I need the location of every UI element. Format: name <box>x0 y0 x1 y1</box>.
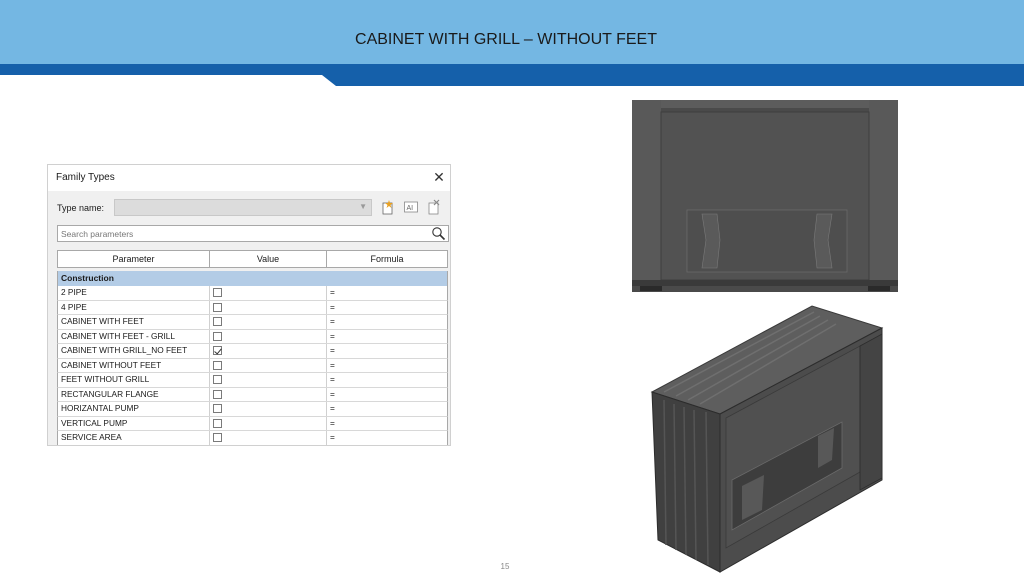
value-checkbox[interactable] <box>213 317 222 326</box>
parameter-name: CABINET WITHOUT FEET <box>58 358 210 372</box>
value-cell <box>210 358 327 372</box>
table-row[interactable]: CABINET WITH FEET - GRILL = <box>57 329 448 344</box>
dialog-titlebar: Family Types ✕ <box>48 165 450 191</box>
table-row[interactable]: CABINET WITH FEET = <box>57 315 448 330</box>
search-box <box>57 225 449 242</box>
type-name-select[interactable]: ▼ <box>114 199 372 216</box>
formula-cell[interactable]: = <box>327 373 447 387</box>
table-row[interactable]: FEET WITHOUT GRILL = <box>57 373 448 388</box>
table-row[interactable]: 4 PIPE = <box>57 300 448 315</box>
parameter-name: SERVICE AREA <box>58 431 210 445</box>
value-cell <box>210 329 327 343</box>
table-row[interactable]: CABINET WITHOUT FEET = <box>57 358 448 373</box>
value-checkbox[interactable] <box>213 433 222 442</box>
value-checkbox[interactable] <box>213 288 222 297</box>
group-header-construction[interactable]: Construction <box>57 271 448 286</box>
table-row[interactable]: SERVICE AREA = <box>57 431 448 445</box>
table-row[interactable]: HORIZANTAL PUMP = <box>57 402 448 417</box>
table-row[interactable]: VERTICAL PUMP = <box>57 416 448 431</box>
formula-cell[interactable]: = <box>327 330 447 344</box>
column-header-value[interactable]: Value <box>210 251 327 267</box>
formula-cell[interactable]: = <box>327 359 447 373</box>
parameter-name: VERTICAL PUMP <box>58 416 210 430</box>
parameter-name: 2 PIPE <box>58 286 210 300</box>
search-icon[interactable] <box>431 226 446 241</box>
family-types-dialog: Family Types ✕ Type name: ▼ AI Parameter… <box>47 164 451 446</box>
column-header-parameter[interactable]: Parameter <box>58 251 210 267</box>
formula-cell[interactable]: = <box>327 402 447 416</box>
table-row[interactable]: RECTANGULAR FLANGE = <box>57 387 448 402</box>
formula-cell[interactable]: = <box>327 301 447 315</box>
table-row[interactable]: 2 PIPE = <box>57 286 448 301</box>
formula-cell[interactable]: = <box>327 431 447 445</box>
value-cell <box>210 286 327 300</box>
value-cell <box>210 416 327 430</box>
delete-type-icon[interactable] <box>426 199 442 215</box>
formula-cell[interactable]: = <box>327 417 447 431</box>
value-cell <box>210 315 327 329</box>
type-name-label: Type name: <box>57 203 105 213</box>
value-checkbox[interactable] <box>213 346 222 355</box>
search-input[interactable] <box>58 226 418 241</box>
dialog-title: Family Types <box>56 172 115 183</box>
table-body: 2 PIPE = 4 PIPE = CABINET WITH FEET = CABINET … <box>57 286 448 445</box>
formula-cell[interactable]: = <box>327 286 447 300</box>
table-row[interactable]: CABINET WITH GRILL_NO FEET = <box>57 344 448 359</box>
new-type-icon[interactable] <box>380 199 396 215</box>
value-cell <box>210 373 327 387</box>
value-checkbox[interactable] <box>213 331 222 341</box>
parameter-name: FEET WITHOUT GRILL <box>58 373 210 387</box>
value-cell <box>210 387 327 401</box>
value-checkbox[interactable] <box>213 302 222 312</box>
chevron-down-icon: ▼ <box>359 202 367 211</box>
page-number: 15 <box>500 562 510 571</box>
value-cell <box>210 402 327 416</box>
table-header: Parameter Value Formula <box>57 250 448 268</box>
slide-header: CABINET WITH GRILL – WITHOUT FEET <box>0 0 1024 86</box>
parameter-name: HORIZANTAL PUMP <box>58 402 210 416</box>
svg-text:AI: AI <box>407 205 414 212</box>
parameter-name: RECTANGULAR FLANGE <box>58 387 210 401</box>
formula-cell[interactable]: = <box>327 344 447 358</box>
rename-type-icon[interactable]: AI <box>403 199 419 215</box>
value-cell <box>210 300 327 314</box>
column-header-formula[interactable]: Formula <box>327 251 447 267</box>
parameter-name: CABINET WITH FEET <box>58 315 210 329</box>
value-checkbox[interactable] <box>213 418 222 428</box>
value-checkbox[interactable] <box>213 360 222 370</box>
value-cell <box>210 431 327 445</box>
formula-cell[interactable]: = <box>327 388 447 402</box>
formula-cell[interactable]: = <box>327 315 447 329</box>
parameters-table: Parameter Value Formula Construction 2 P… <box>57 250 448 445</box>
slide-title: CABINET WITH GRILL – WITHOUT FEET <box>355 31 657 48</box>
cabinet-isometric-view-image <box>650 305 884 573</box>
parameter-name: CABINET WITH FEET - GRILL <box>58 329 210 343</box>
close-icon[interactable]: ✕ <box>430 168 448 186</box>
value-checkbox[interactable] <box>213 404 222 413</box>
value-checkbox[interactable] <box>213 375 222 384</box>
value-checkbox[interactable] <box>213 389 222 399</box>
value-cell <box>210 344 327 358</box>
cabinet-front-view-image <box>632 100 898 292</box>
parameter-name: CABINET WITH GRILL_NO FEET <box>58 344 210 358</box>
parameter-name: 4 PIPE <box>58 300 210 314</box>
